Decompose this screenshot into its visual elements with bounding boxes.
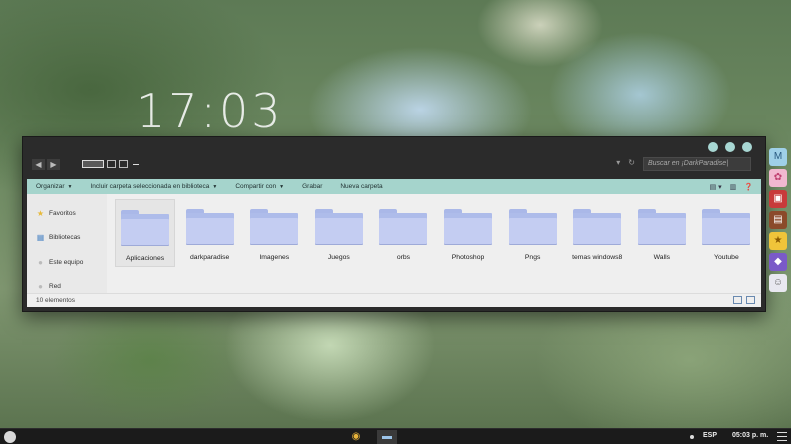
folder-item[interactable]: Photoshop — [438, 199, 498, 267]
folder-item[interactable]: darkparadise — [180, 199, 240, 267]
folder-item[interactable]: Pngs — [503, 199, 563, 267]
star-app-icon[interactable]: ★ — [769, 232, 787, 250]
taskbar: ◉ ▬ ESP 05:03 p. m. — [0, 428, 791, 444]
folder-icon — [185, 209, 234, 245]
search-input[interactable]: Buscar en ¡DarkParadise| — [643, 157, 751, 171]
chevron-down-icon: ▼ — [212, 184, 218, 190]
sidebar-item-favorites[interactable]: ★ Favoritos — [27, 201, 107, 226]
navigation-bar: ◀ ▶ ▾ ↻ Buscar en ¡DarkParadise| — [23, 155, 765, 173]
folder-icon — [379, 209, 428, 245]
status-bar: 10 elementos — [27, 293, 761, 307]
folder-icon — [314, 209, 363, 245]
folder-item[interactable]: Aplicaciones — [115, 199, 176, 267]
folder-icon — [702, 209, 751, 245]
file-list: Aplicaciones darkparadise Imagenes Juego… — [107, 194, 761, 293]
chevron-down-icon: ▼ — [67, 184, 73, 190]
address-separator — [133, 163, 139, 165]
toolbox-app-icon[interactable]: ▤ — [769, 211, 787, 229]
details-view-icon[interactable] — [733, 296, 742, 304]
language-indicator[interactable]: ESP — [703, 432, 717, 439]
minimize-button[interactable] — [708, 142, 718, 152]
item-count: 10 elementos — [36, 297, 76, 304]
include-library-menu[interactable]: Incluir carpeta seleccionada en bibliote… — [91, 183, 218, 190]
preview-pane-icon[interactable]: ▥ — [730, 183, 737, 191]
forward-arrow-icon[interactable]: ▶ — [47, 158, 60, 170]
network-icon: ● — [38, 282, 43, 292]
refresh-icon[interactable]: ↻ — [628, 158, 635, 167]
back-arrow-icon[interactable]: ◀ — [32, 158, 45, 170]
folder-item[interactable]: temas windows8 — [567, 199, 627, 267]
gift-app-icon[interactable]: ▣ — [769, 190, 787, 208]
burn-button[interactable]: Grabar — [302, 183, 322, 190]
command-bar: Organizar ▼ Incluir carpeta seleccionada … — [27, 179, 761, 194]
folder-icon — [573, 209, 622, 245]
folder-icon — [444, 209, 493, 245]
folder-item[interactable]: Youtube — [696, 199, 756, 267]
desktop-dock: M ✿ ▣ ▤ ★ ◆ ☺ — [769, 148, 789, 292]
window-controls — [708, 142, 752, 152]
chevron-down-icon: ▼ — [279, 184, 285, 190]
computer-icon: ● — [38, 257, 43, 267]
desktop-clock: 17:03 — [136, 84, 284, 138]
star-icon: ★ — [36, 208, 45, 218]
game-app-icon[interactable]: ◆ — [769, 253, 787, 271]
taskbar-clock[interactable]: 05:03 p. m. — [732, 432, 768, 439]
large-icons-view-icon[interactable] — [746, 296, 755, 304]
folder-item[interactable]: Imagenes — [244, 199, 304, 267]
menu-icon[interactable] — [777, 432, 787, 441]
view-large-icons-icon[interactable] — [82, 160, 104, 168]
ghost-app-icon[interactable]: ☺ — [769, 274, 787, 292]
tray-indicator-icon[interactable] — [690, 435, 694, 439]
folder-icon — [250, 209, 299, 245]
start-button[interactable] — [4, 431, 16, 443]
explorer-window: ◀ ▶ ▾ ↻ Buscar en ¡DarkParadise| Organiz… — [22, 136, 766, 312]
view-tiles-icon[interactable] — [119, 160, 128, 168]
mail-app-icon[interactable]: M — [769, 148, 787, 166]
folder-item[interactable]: Juegos — [309, 199, 369, 267]
maximize-button[interactable] — [725, 142, 735, 152]
chrome-icon[interactable]: ◉ — [348, 430, 364, 444]
file-explorer-icon[interactable]: ▬ — [377, 430, 397, 444]
view-details-icon[interactable] — [107, 160, 116, 168]
close-button[interactable] — [742, 142, 752, 152]
dropdown-chevron-icon[interactable]: ▾ — [616, 158, 620, 167]
sidebar-item-this-pc[interactable]: ● Este equipo — [27, 250, 107, 275]
folder-item[interactable]: orbs — [373, 199, 433, 267]
folder-icon — [508, 209, 557, 245]
change-view-icon[interactable]: ▤ ▾ — [710, 183, 722, 191]
navigation-pane: ★ Favoritos ▦ Bibliotecas ● Este equipo … — [27, 194, 108, 293]
organize-menu[interactable]: Organizar ▼ — [36, 183, 73, 190]
folder-item[interactable]: Walls — [632, 199, 692, 267]
share-menu[interactable]: Compartir con ▼ — [235, 183, 284, 190]
view-tools — [82, 160, 139, 168]
cat-app-icon[interactable]: ✿ — [769, 169, 787, 187]
help-icon[interactable]: ❓ — [744, 183, 753, 191]
folder-icon — [637, 209, 686, 245]
folder-icon — [121, 210, 170, 246]
sidebar-item-libraries[interactable]: ▦ Bibliotecas — [27, 226, 107, 251]
new-folder-button[interactable]: Nueva carpeta — [340, 183, 382, 190]
library-icon: ▦ — [36, 233, 45, 243]
